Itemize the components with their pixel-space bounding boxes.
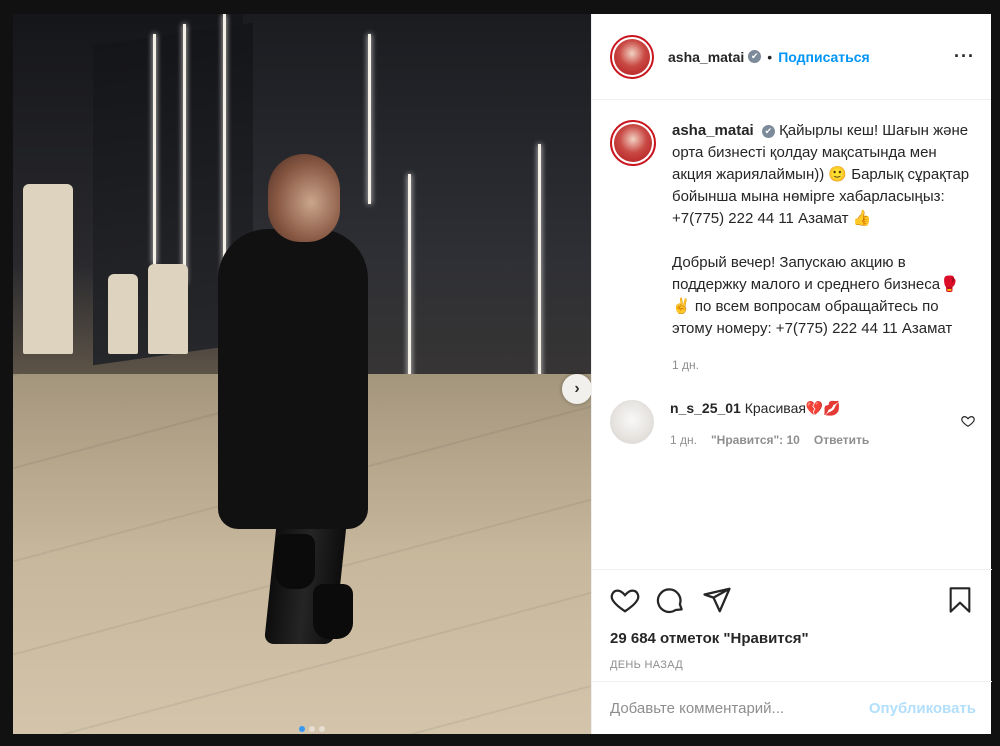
post-actions: 29 684 отметок "Нравится" ДЕНЬ НАЗАД [592, 569, 992, 671]
likes-count[interactable]: 29 684 отметок "Нравится" [610, 630, 974, 647]
comment-like-heart-icon[interactable] [961, 414, 975, 447]
avatar-image [614, 38, 650, 75]
photo-light-strip [223, 14, 226, 274]
chevron-right-icon: › [574, 380, 580, 397]
comment-time[interactable]: 1 дн. [670, 433, 697, 447]
photo-light-strip [183, 24, 186, 284]
carousel-dot [319, 726, 325, 732]
photo-light-strip [538, 144, 541, 404]
comment-item: n_s_25_01 Красивая💔💋 1 дн. "Нравится": 1… [610, 400, 975, 447]
caption-body: asha_matai ✔ Қайырлы кеш! Шағын және орт… [672, 120, 972, 376]
comment-body: n_s_25_01 Красивая💔💋 1 дн. "Нравится": 1… [670, 400, 961, 447]
comment-input[interactable] [610, 699, 869, 717]
caption-time[interactable]: 1 дн. [672, 354, 972, 376]
comment-text: Красивая💔💋 [744, 400, 841, 416]
caption: asha_matai ✔ Қайырлы кеш! Шағын және орт… [610, 120, 975, 376]
photo-light-strip [153, 34, 156, 264]
author-avatar[interactable] [610, 34, 654, 79]
photo-light-strip [368, 34, 371, 204]
action-icons [610, 582, 974, 618]
photo-umbrella [23, 184, 73, 354]
carousel-dots [299, 726, 325, 732]
comment-likes[interactable]: "Нравится": 10 [711, 433, 800, 447]
photo-person-coat [218, 229, 368, 529]
add-comment-bar: Опубликовать [592, 681, 992, 734]
comment-icon[interactable] [656, 585, 686, 615]
author-username[interactable]: asha_matai [668, 49, 744, 65]
caption-avatar[interactable] [610, 120, 656, 166]
like-heart-icon[interactable] [610, 585, 640, 615]
avatar-image [614, 124, 652, 162]
photo-umbrella [148, 264, 188, 354]
share-icon[interactable] [702, 585, 732, 615]
follow-button[interactable]: Подписаться [778, 49, 870, 65]
verified-badge-icon: ✔ [748, 50, 762, 63]
carousel-next-button[interactable]: › [562, 374, 591, 404]
publish-button[interactable]: Опубликовать [869, 700, 976, 717]
comment-meta: 1 дн. "Нравится": 10 Ответить [670, 433, 961, 447]
carousel-dot [309, 726, 315, 732]
verified-badge-icon: ✔ [761, 124, 775, 138]
photo-boot [313, 584, 353, 639]
photo-boot [275, 534, 315, 589]
caption-username[interactable]: asha_matai [672, 122, 754, 139]
comment-line: n_s_25_01 Красивая💔💋 [670, 400, 961, 417]
carousel-dot [299, 726, 305, 732]
more-options-icon[interactable]: ··· [954, 46, 975, 67]
post-photo[interactable]: › [13, 14, 591, 734]
caption-text: Қайырлы кеш! Шағын және орта бизнесті қо… [672, 122, 970, 337]
post-date[interactable]: ДЕНЬ НАЗАД [610, 659, 974, 671]
screenshot-frame: › asha_matai ✔ • Подписаться ··· asha_ma… [0, 0, 1000, 746]
bookmark-icon[interactable] [946, 585, 974, 615]
photo-light-strip [408, 174, 411, 404]
commenter-avatar[interactable] [610, 400, 654, 444]
comments-section[interactable]: asha_matai ✔ Қайырлы кеш! Шағын және орт… [592, 100, 991, 560]
post-header: asha_matai ✔ • Подписаться ··· [592, 14, 991, 100]
reply-button[interactable]: Ответить [814, 433, 869, 447]
photo-umbrella [108, 274, 138, 354]
commenter-username[interactable]: n_s_25_01 [670, 400, 741, 416]
post-side-panel: asha_matai ✔ • Подписаться ··· asha_mata… [591, 14, 992, 734]
photo-person-head [268, 154, 340, 242]
header-separator: • [767, 48, 773, 65]
